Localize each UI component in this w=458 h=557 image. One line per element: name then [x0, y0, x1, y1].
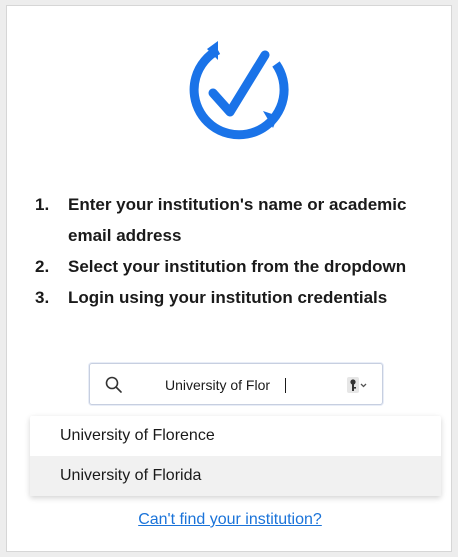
instructions-list: 1. Enter your institution's name or acad… [35, 189, 445, 313]
dropdown-option[interactable]: University of Florida [30, 456, 441, 496]
step-3: 3. Login using your institution credenti… [35, 282, 445, 313]
cant-find-institution-link[interactable]: Can't find your institution? [138, 511, 322, 528]
step-number: 2. [35, 257, 50, 276]
login-card: 1. Enter your institution's name or acad… [6, 5, 452, 552]
step-2: 2. Select your institution from the drop… [35, 251, 445, 282]
search-icon [105, 376, 122, 393]
step-number: 3. [35, 288, 50, 307]
check-circle-icon [189, 41, 289, 140]
step-text: Select your institution from the dropdow… [68, 257, 407, 276]
text-caret [285, 378, 286, 393]
step-number: 1. [35, 195, 50, 214]
institution-dropdown: University of Florence University of Flo… [30, 416, 441, 496]
dropdown-option[interactable]: University of Florence [30, 416, 441, 456]
institution-search[interactable] [89, 363, 383, 405]
help-link-container: Can't find your institution? [7, 511, 453, 529]
step-1: 1. Enter your institution's name or acad… [35, 189, 445, 251]
step-text: Login using your institution credentials [68, 288, 388, 307]
institution-search-input[interactable] [165, 374, 325, 396]
step-text: Enter your institution's name or academi… [68, 195, 407, 245]
key-dropdown-icon[interactable] [346, 376, 368, 394]
